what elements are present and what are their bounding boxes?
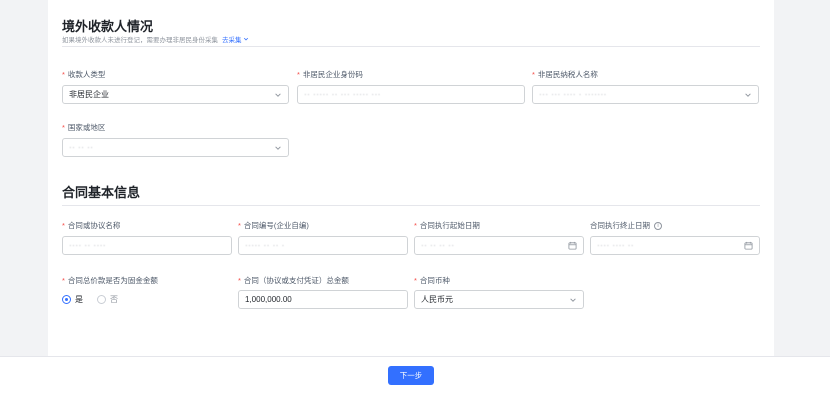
end-date-label: 合同执行终止日期 i [590,220,662,231]
total-amount-input[interactable]: 1,000,000.00 [238,290,408,309]
contract-name-label: * 合同或协议名称 [62,220,120,231]
enterprise-id-value: ·· ····· ·· ··· ····· ··· [304,90,381,99]
start-date-label: * 合同执行起始日期 [414,220,480,231]
required-mark: * [532,70,535,79]
currency-select[interactable]: 人民币元 [414,290,584,309]
chevron-down-icon [745,92,751,97]
required-mark: * [297,70,300,79]
contract-no-label-text: 合同编号(企业自编) [243,221,309,230]
required-mark: * [238,276,241,285]
next-step-button[interactable]: 下一步 [388,366,434,385]
start-date-label-text: 合同执行起始日期 [419,221,480,230]
required-mark: * [62,70,65,79]
country-label-text: 国家或地区 [67,123,106,132]
total-amount-label-text: 合同（协议或支付凭证）总金额 [243,276,349,285]
country-value: ·· ·· ·· [69,143,94,152]
section-title-contract: 合同基本信息 [62,185,141,200]
radio-yes-circle[interactable] [62,295,71,304]
payee-type-label-text: 收款人类型 [67,70,106,79]
contract-name-value: ···· ·· ···· [69,241,107,250]
taxpayer-name-label: * 非居民纳税人名称 [532,69,598,80]
required-mark: * [62,221,65,230]
foreign-amount-label-text: 合同总价款是否为固金金额 [67,276,158,285]
total-amount-label: * 合同（协议或支付凭证）总金额 [238,275,349,286]
country-select[interactable]: ·· ·· ·· [62,138,289,157]
calendar-icon [744,241,753,250]
contract-no-input[interactable]: ····· ·· ·· · [238,236,408,255]
section-divider [62,46,760,47]
enterprise-id-label-text: 非居民企业身份码 [302,70,363,79]
enterprise-id-input[interactable]: ·· ····· ·· ··· ····· ··· [297,85,525,104]
taxpayer-name-label-text: 非居民纳税人名称 [537,70,598,79]
collect-link-label: 去采集 [222,37,242,44]
foreign-amount-radio-group: 是 否 [62,294,132,305]
chevron-down-icon [275,92,281,97]
payee-type-value: 非居民企业 [69,90,109,99]
required-mark: * [238,221,241,230]
end-date-picker[interactable]: ···· ···· ·· [590,236,760,255]
contract-name-label-text: 合同或协议名称 [67,221,121,230]
contract-no-label: * 合同编号(企业自编) [238,220,309,231]
form-card: 境外收款人情况 如果境外收款人未进行登记，需要办理非居民身份采集 去采集 * 收款人… [48,0,774,356]
start-date-value: ·· ·· ·· ·· [421,241,455,250]
radio-no[interactable]: 否 [97,294,118,305]
total-amount-value: 1,000,000.00 [245,295,292,304]
payee-type-label: * 收款人类型 [62,69,105,80]
subtitle-text: 如果境外收款人未进行登记，需要办理非居民身份采集 [62,37,218,44]
required-mark: * [414,276,417,285]
contract-name-input[interactable]: ···· ·· ···· [62,236,232,255]
contract-no-value: ····· ·· ·· · [245,241,285,250]
chevron-down-icon [570,297,576,302]
end-date-value: ···· ···· ·· [597,241,635,250]
calendar-icon [568,241,577,250]
currency-label: * 合同币种 [414,275,450,286]
chevron-down-icon [244,37,249,41]
footer-bar: 下一步 [0,356,830,394]
section-divider [62,205,760,206]
currency-value: 人民币元 [421,295,453,304]
payee-type-select[interactable]: 非居民企业 [62,85,289,104]
radio-yes[interactable]: 是 [62,294,83,305]
radio-no-circle[interactable] [97,295,106,304]
taxpayer-name-select[interactable]: ··· ··· ···· · ······· [532,85,759,104]
collect-link[interactable]: 去采集 [222,37,249,44]
foreign-amount-label: * 合同总价款是否为固金金额 [62,275,158,286]
taxpayer-name-value: ··· ··· ···· · ······· [539,90,607,99]
required-mark: * [414,221,417,230]
end-date-label-text: 合同执行终止日期 [590,221,650,230]
enterprise-id-label: * 非居民企业身份码 [297,69,363,80]
section-subtitle-payee: 如果境外收款人未进行登记，需要办理非居民身份采集 去采集 [62,34,249,44]
radio-no-label: 否 [110,295,118,304]
country-label: * 国家或地区 [62,122,105,133]
currency-label-text: 合同币种 [419,276,450,285]
start-date-picker[interactable]: ·· ·· ·· ·· [414,236,584,255]
info-icon[interactable]: i [654,222,662,231]
radio-yes-label: 是 [75,295,83,304]
section-title-payee: 境外收款人情况 [62,19,154,34]
required-mark: * [62,276,65,285]
required-mark: * [62,123,65,132]
chevron-down-icon [275,145,281,150]
